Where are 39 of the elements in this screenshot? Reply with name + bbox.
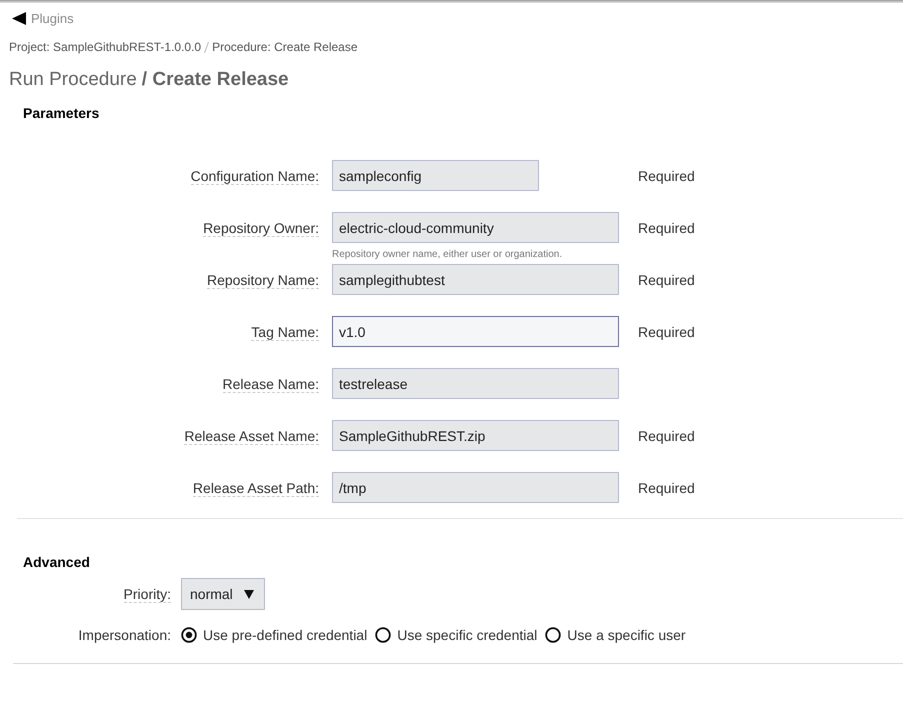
required-label: Required: [638, 271, 695, 288]
section-heading: Advanced: [23, 553, 91, 569]
section-heading: Parameters: [23, 104, 100, 120]
text-field[interactable]: sampleconfig: [332, 160, 539, 191]
caret-icon: [244, 590, 254, 598]
radio-button[interactable]: [545, 627, 562, 643]
required-label: Required: [638, 219, 695, 236]
required-label: Required: [638, 167, 695, 184]
breadcrumb-link[interactable]: Project: SampleGithubREST-1.0.0.0: [9, 38, 202, 56]
field-label: Release Asset Path:: [192, 480, 319, 497]
required-label: Required: [638, 323, 695, 340]
page-subtitle: / Create Release: [142, 68, 289, 92]
back-arrow-icon: [12, 12, 26, 25]
slash-icon: [204, 42, 210, 52]
radio-option[interactable]: Use a specific user: [545, 624, 686, 646]
radio-button[interactable]: [181, 627, 197, 643]
text-field[interactable]: testrelease: [332, 368, 619, 399]
text-field[interactable]: v1.0: [332, 316, 619, 347]
field-label: Tag Name:: [251, 324, 319, 341]
field-label: Release Asset Name:: [184, 428, 319, 445]
priority-dropdown[interactable]: normal: [181, 578, 265, 610]
field-label: Priority:: [124, 586, 171, 602]
radio-button[interactable]: [375, 627, 392, 643]
text-field[interactable]: /tmp: [332, 472, 619, 503]
text-field[interactable]: samplegithubtest: [332, 264, 619, 295]
field-label: Repository Owner:: [203, 220, 319, 237]
field-label: Release Name:: [222, 376, 319, 393]
field-label: Impersonation:: [78, 626, 171, 645]
required-label: Required: [638, 479, 695, 496]
radio-option[interactable]: Use specific credential: [375, 624, 538, 646]
required-label: Required: [638, 427, 695, 444]
page-title: Run Procedure: [9, 68, 137, 92]
field-label: Configuration Name:: [190, 168, 319, 185]
radio-option[interactable]: Use pre-defined credential: [181, 624, 368, 646]
text-field[interactable]: SampleGithubREST.zip: [332, 420, 619, 451]
help-text: Repository owner name, either user or organization.: [332, 248, 562, 262]
breadcrumb-link[interactable]: Procedure: Create Release: [212, 38, 358, 56]
text-field[interactable]: electric-cloud-community: [332, 212, 619, 243]
field-label: Repository Name:: [206, 272, 319, 289]
